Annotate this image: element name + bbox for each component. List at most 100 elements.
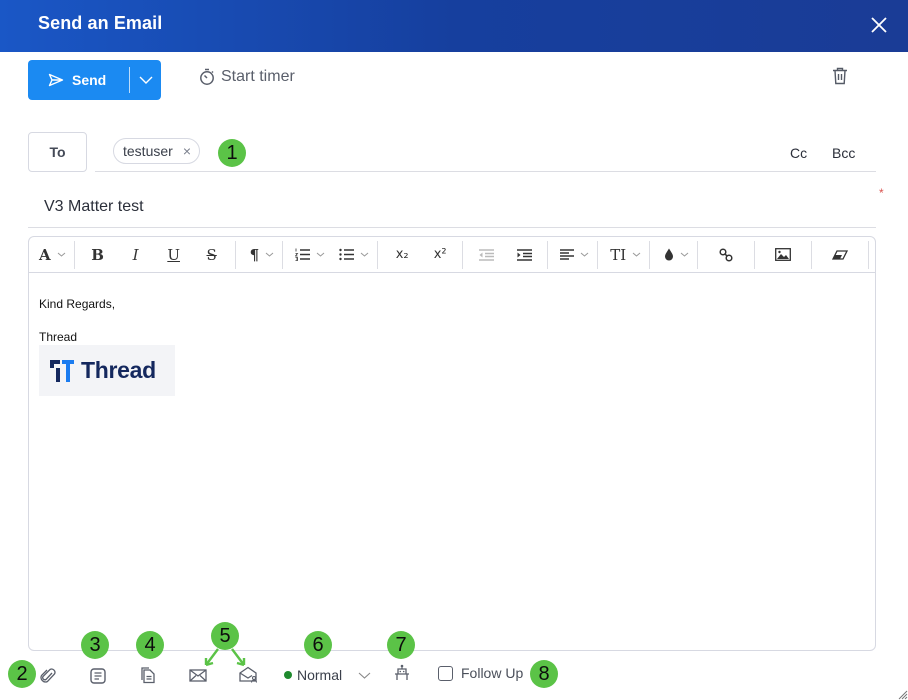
toolbar-group-size: TI bbox=[598, 240, 651, 269]
start-timer-label: Start timer bbox=[221, 68, 295, 85]
toolbar-group-clear bbox=[812, 240, 870, 269]
thread-logo-icon bbox=[50, 359, 74, 382]
toolbar-group-lists bbox=[283, 240, 379, 269]
indent-icon bbox=[516, 248, 532, 261]
clear-formatting-button[interactable] bbox=[816, 241, 864, 269]
chevron-down-icon bbox=[57, 252, 65, 257]
chevron-down-icon bbox=[680, 252, 689, 257]
insert-link-button[interactable] bbox=[702, 241, 750, 269]
recipient-chip: testuser × bbox=[113, 138, 200, 164]
unordered-list-icon bbox=[339, 248, 355, 261]
stopwatch-icon bbox=[200, 68, 214, 85]
ordered-list-icon bbox=[295, 248, 311, 261]
annotation-badge-1: 1 bbox=[218, 139, 246, 167]
align-left-icon bbox=[560, 249, 575, 260]
image-icon bbox=[775, 248, 792, 261]
priority-select[interactable]: Normal bbox=[284, 667, 371, 683]
robot-icon[interactable] bbox=[394, 664, 410, 682]
send-options-button[interactable] bbox=[130, 60, 161, 100]
font-color-button[interactable]: A bbox=[35, 241, 70, 269]
font-label: A bbox=[39, 245, 51, 264]
logo-text: Thread bbox=[81, 357, 156, 383]
align-button[interactable] bbox=[552, 241, 593, 269]
chevron-down-icon bbox=[316, 252, 325, 257]
documents-icon[interactable] bbox=[141, 667, 156, 684]
toolbar-group-align bbox=[548, 240, 599, 269]
toolbar-group-style: B I U S bbox=[75, 240, 236, 269]
strikethrough-button[interactable]: S bbox=[193, 241, 231, 269]
indent-button[interactable] bbox=[505, 241, 543, 269]
priority-label: Normal bbox=[297, 667, 343, 683]
link-icon bbox=[719, 247, 733, 262]
annotation-badge-8: 8 bbox=[530, 660, 558, 688]
font-size-label: TI bbox=[610, 245, 627, 264]
eraser-icon bbox=[832, 249, 849, 260]
dialog-header: Send an Email bbox=[0, 0, 908, 52]
chevron-down-icon bbox=[265, 252, 274, 257]
bcc-button[interactable]: Bcc bbox=[832, 145, 855, 161]
italic-label: I bbox=[132, 245, 139, 264]
chevron-down-icon bbox=[139, 76, 152, 84]
toolbar-group-image bbox=[755, 240, 813, 269]
trash-icon[interactable] bbox=[832, 67, 848, 85]
strike-label: S bbox=[206, 245, 217, 264]
annotation-badge-7: 7 bbox=[387, 631, 415, 659]
toolbar-group-font: A bbox=[29, 240, 75, 269]
subject-input[interactable]: V3 Matter test bbox=[28, 186, 876, 228]
checkbox[interactable] bbox=[438, 665, 453, 681]
text-color-button[interactable] bbox=[654, 241, 693, 269]
superscript-button[interactable]: x² bbox=[422, 241, 458, 269]
toolbar-group-link bbox=[698, 240, 756, 269]
start-timer-button[interactable]: Start timer bbox=[199, 68, 295, 86]
to-button[interactable]: To bbox=[28, 132, 87, 172]
dialog-title: Send an Email bbox=[38, 13, 163, 33]
editor-toolbar: A B I U S ¶ x₂ x² TI bbox=[29, 237, 875, 273]
follow-up-checkbox[interactable]: Follow Up bbox=[438, 665, 523, 681]
resize-handle[interactable] bbox=[896, 688, 908, 700]
body-line: Kind Regards, bbox=[39, 297, 116, 311]
send-button[interactable]: Send bbox=[28, 60, 129, 100]
underline-label: U bbox=[167, 245, 180, 264]
unordered-list-button[interactable] bbox=[329, 241, 373, 269]
remove-recipient-icon[interactable]: × bbox=[183, 143, 191, 159]
paragraph-label: ¶ bbox=[249, 245, 260, 264]
bold-button[interactable]: B bbox=[79, 241, 117, 269]
bold-label: B bbox=[91, 245, 104, 264]
toolbar-group-indent bbox=[463, 240, 549, 269]
cc-button[interactable]: Cc bbox=[790, 145, 807, 161]
chevron-down-icon bbox=[358, 672, 371, 679]
send-button-group: Send bbox=[28, 60, 161, 100]
toolbar-group-paragraph: ¶ bbox=[236, 240, 284, 269]
thread-logo-image: Thread bbox=[39, 345, 175, 396]
italic-button[interactable]: I bbox=[117, 241, 155, 269]
template-icon[interactable] bbox=[90, 668, 106, 684]
close-icon[interactable] bbox=[868, 14, 890, 36]
email-open-contact-icon[interactable] bbox=[239, 666, 258, 683]
toolbar-group-color bbox=[650, 240, 699, 269]
font-size-button[interactable]: TI bbox=[602, 241, 645, 269]
insert-image-button[interactable] bbox=[759, 241, 807, 269]
outdent-button[interactable] bbox=[467, 241, 505, 269]
email-read-receipt-icon[interactable] bbox=[189, 668, 207, 683]
annotation-badge-6: 6 bbox=[304, 631, 332, 659]
send-icon bbox=[48, 73, 64, 87]
rich-text-editor: A B I U S ¶ x₂ x² TI Kind Regards, Threa… bbox=[28, 236, 876, 651]
annotation-badge-4: 4 bbox=[136, 631, 164, 659]
recipient-chip-label: testuser bbox=[123, 143, 173, 159]
ordered-list-button[interactable] bbox=[287, 241, 329, 269]
to-field-underline bbox=[95, 171, 876, 172]
paperclip-icon[interactable] bbox=[40, 667, 56, 684]
chevron-down-icon bbox=[580, 252, 589, 257]
chevron-down-icon bbox=[632, 252, 641, 257]
outdent-icon bbox=[478, 248, 494, 261]
annotation-badge-3: 3 bbox=[81, 631, 109, 659]
paragraph-format-button[interactable]: ¶ bbox=[240, 241, 279, 269]
droplet-icon bbox=[665, 248, 674, 261]
required-marker: * bbox=[879, 186, 884, 200]
underline-button[interactable]: U bbox=[155, 241, 193, 269]
chevron-down-icon bbox=[360, 252, 369, 257]
send-label: Send bbox=[72, 72, 107, 88]
priority-status-dot bbox=[284, 671, 292, 679]
toolbar-group-script: x₂ x² bbox=[378, 240, 464, 269]
subscript-button[interactable]: x₂ bbox=[382, 241, 422, 269]
